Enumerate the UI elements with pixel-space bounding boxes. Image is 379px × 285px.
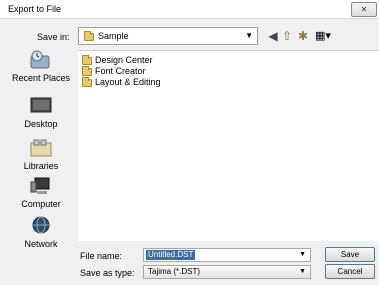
up-folder-icon[interactable]: ⇧	[280, 29, 294, 43]
folder-icon	[82, 66, 92, 76]
folder-icon	[82, 55, 92, 65]
save-as-type-select[interactable]: Tajima (*.DST) ▼	[143, 265, 311, 279]
places-bar: Recent Places Desktop Libraries Computer…	[7, 50, 75, 260]
place-desktop[interactable]: Desktop	[7, 96, 75, 129]
close-button[interactable]: ✕	[351, 2, 377, 17]
place-label: Desktop	[24, 119, 58, 129]
place-label: Computer	[21, 199, 61, 209]
save-in-value: Sample	[98, 31, 129, 41]
place-libraries[interactable]: Libraries	[7, 138, 75, 171]
place-label: Libraries	[23, 161, 59, 171]
file-list[interactable]: Design Center Font Creator Layout & Edit…	[78, 50, 379, 241]
place-recent-places[interactable]: Recent Places	[7, 50, 75, 83]
place-computer[interactable]: Computer	[7, 176, 75, 209]
file-name: Layout & Editing	[95, 77, 161, 87]
recent-places-icon	[29, 50, 53, 70]
save-in-label: Save in:	[37, 32, 70, 42]
file-name: Font Creator	[95, 66, 146, 76]
views-menu-icon[interactable]: ▦▾	[312, 29, 334, 43]
save-as-type-value: Tajima (*.DST)	[148, 267, 201, 276]
close-icon: ✕	[360, 5, 368, 14]
place-label: Network	[24, 239, 58, 249]
save-as-type-label: Save as type:	[80, 268, 135, 278]
save-in-dropdown[interactable]: Sample ▼	[78, 27, 258, 45]
new-folder-icon[interactable]: ✱	[296, 29, 310, 43]
folder-icon	[84, 31, 94, 41]
libraries-icon	[29, 138, 53, 158]
save-button[interactable]: Save	[325, 247, 375, 262]
file-name: Design Center	[95, 55, 153, 65]
network-icon	[29, 216, 53, 236]
cancel-button[interactable]: Cancel	[325, 264, 375, 279]
chevron-down-icon[interactable]: ▼	[299, 251, 306, 258]
back-icon[interactable]: ◀	[266, 29, 280, 43]
chevron-down-icon: ▼	[245, 31, 253, 40]
file-name-label: File name:	[80, 251, 123, 261]
window-title: Export to File	[8, 4, 62, 14]
file-name-value: Untitled.DST	[146, 250, 196, 260]
place-label: Recent Places	[11, 73, 71, 83]
chevron-down-icon: ▼	[299, 268, 306, 275]
desktop-icon	[29, 96, 53, 116]
file-name-input[interactable]: Untitled.DST ▼	[143, 248, 311, 262]
folder-icon	[82, 77, 92, 87]
title-bar: Export to File ✕	[0, 0, 379, 19]
computer-icon	[29, 176, 53, 196]
place-network[interactable]: Network	[7, 216, 75, 249]
